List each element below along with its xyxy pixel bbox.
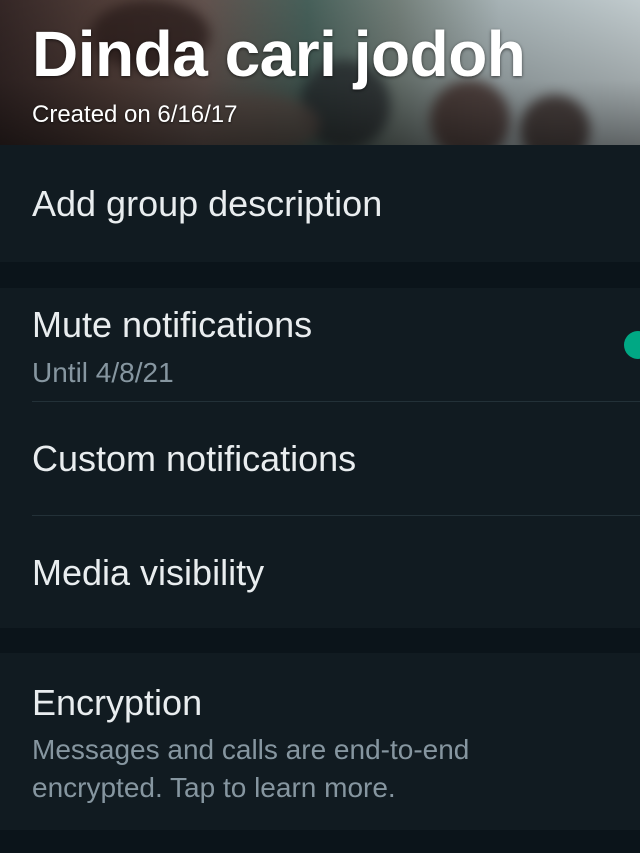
notifications-card: Mute notifications Until 4/8/21 Custom n… xyxy=(0,288,640,628)
add-description-label: Add group description xyxy=(32,183,383,224)
encryption-card: Encryption Messages and calls are end-to… xyxy=(0,653,640,830)
encryption-description: Messages and calls are end-to-end encryp… xyxy=(32,734,470,803)
custom-notifications-row[interactable]: Custom notifications xyxy=(0,402,640,515)
created-date: Created on 6/16/17 xyxy=(32,101,238,128)
custom-notifications-label: Custom notifications xyxy=(32,438,357,479)
group-name[interactable]: Dinda cari jodoh xyxy=(32,16,526,92)
mute-until-label: Until 4/8/21 xyxy=(32,357,174,388)
encryption-label: Encryption xyxy=(32,682,203,723)
add-description-row[interactable]: Add group description xyxy=(0,145,640,262)
group-header: Dinda cari jodoh Created on 6/16/17 xyxy=(0,0,640,145)
encryption-row[interactable]: Encryption Messages and calls are end-to… xyxy=(0,653,640,830)
media-visibility-row[interactable]: Media visibility xyxy=(0,516,640,628)
description-card: Add group description xyxy=(0,145,640,262)
media-visibility-label: Media visibility xyxy=(32,552,265,593)
mute-notifications-label: Mute notifications xyxy=(32,304,313,345)
mute-notifications-row[interactable]: Mute notifications Until 4/8/21 xyxy=(0,288,640,401)
